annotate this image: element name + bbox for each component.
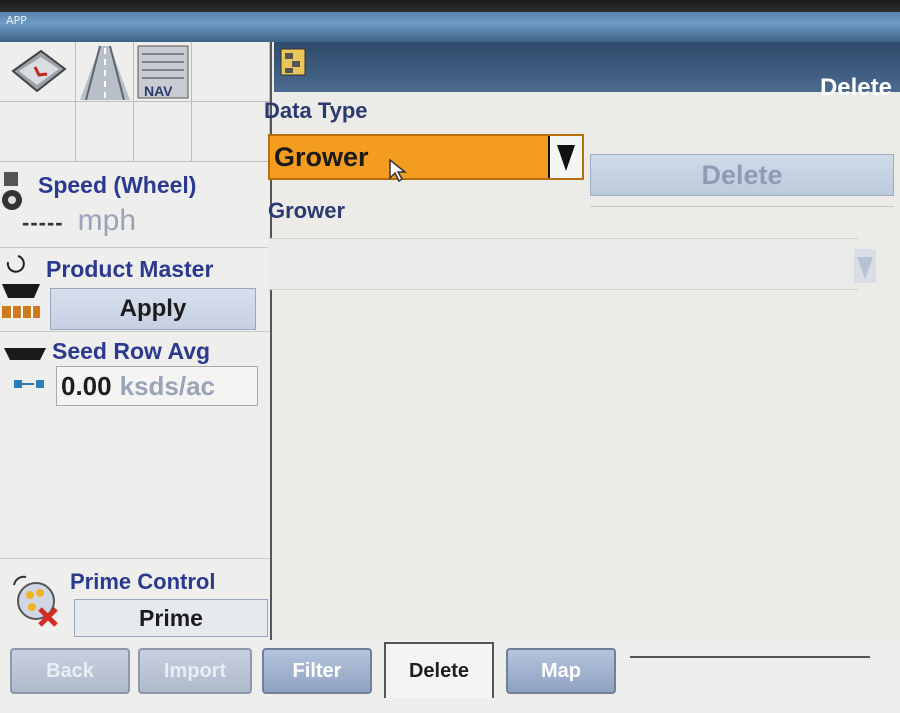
app-title: APP [6,14,27,27]
grid-cell [0,102,76,162]
product-master-icon [2,255,40,318]
seed-row-unit: ksds/ac [119,370,216,401]
nav-icon[interactable]: NAV [134,42,192,102]
speed-value: ----- [22,210,64,235]
mouse-cursor-icon [389,158,408,182]
seed-row-block: Seed Row Avg 0.00 ksds/ac [0,332,270,408]
display-screen: APP NAV Speed (Wheel) ----- mph Product … [0,0,900,713]
nav-icon-row: NAV [0,42,270,102]
prime-control-title: Prime Control [70,569,216,594]
speed-block: Speed (Wheel) ----- mph [0,164,270,248]
tab-map[interactable]: Map [506,648,616,694]
chevron-down-icon [557,145,575,171]
data-type-label: Data Type [264,98,368,123]
grid-cell [134,102,192,162]
blank-grid-row [0,102,270,162]
speed-title: Speed (Wheel) [38,172,197,198]
speed-unit: mph [77,204,136,237]
grid-cell [76,102,134,162]
chevron-down-icon [854,249,876,283]
delete-button[interactable]: Delete [590,154,894,196]
folder-tree-icon [280,48,306,76]
divider-line [590,206,894,207]
grid-cell [192,102,270,162]
panel-header: Delete [274,42,900,101]
data-type-value: Grower [274,141,369,172]
tab-delete[interactable]: Delete [384,642,494,698]
tab-divider-line [630,656,870,658]
tab-filter[interactable]: Filter [262,648,372,694]
tab-import[interactable]: Import [138,648,252,694]
product-master-block: Product Master Apply [0,248,270,332]
product-master-title: Product Master [46,256,214,282]
seed-row-readout: 0.00 ksds/ac [56,366,258,406]
panel-title: Delete [819,74,892,101]
seed-row-value: 0.00 [61,370,112,401]
apply-button[interactable]: Apply [50,288,256,330]
left-panel: NAV Speed (Wheel) ----- mph Product Mast… [0,42,272,648]
compass-card-icon[interactable] [0,42,76,102]
grower-select[interactable] [268,238,876,290]
bottom-tab-bar: Back Import Filter Delete Map [0,640,900,713]
prime-button[interactable]: Prime [74,599,268,637]
data-type-dropdown[interactable]: Grower [268,134,584,182]
prime-control-block: Prime Control Prime [0,558,270,646]
title-bar: APP [0,0,900,42]
grower-label: Grower [268,198,346,223]
tab-back[interactable]: Back [10,648,130,694]
right-panel: Delete Data Type Grower Delete Grower [264,42,900,648]
content-area [268,296,858,646]
road-lanes-icon[interactable] [76,42,134,102]
bezel [0,0,900,12]
prime-control-icon [13,575,58,627]
nav-label: NAV [144,83,173,99]
speed-readout: ----- mph [22,204,136,238]
dropdown-arrow[interactable] [548,136,582,178]
empty-icon-slot [192,42,270,102]
seed-row-title: Seed Row Avg [52,338,211,364]
seed-row-icon [4,348,46,388]
